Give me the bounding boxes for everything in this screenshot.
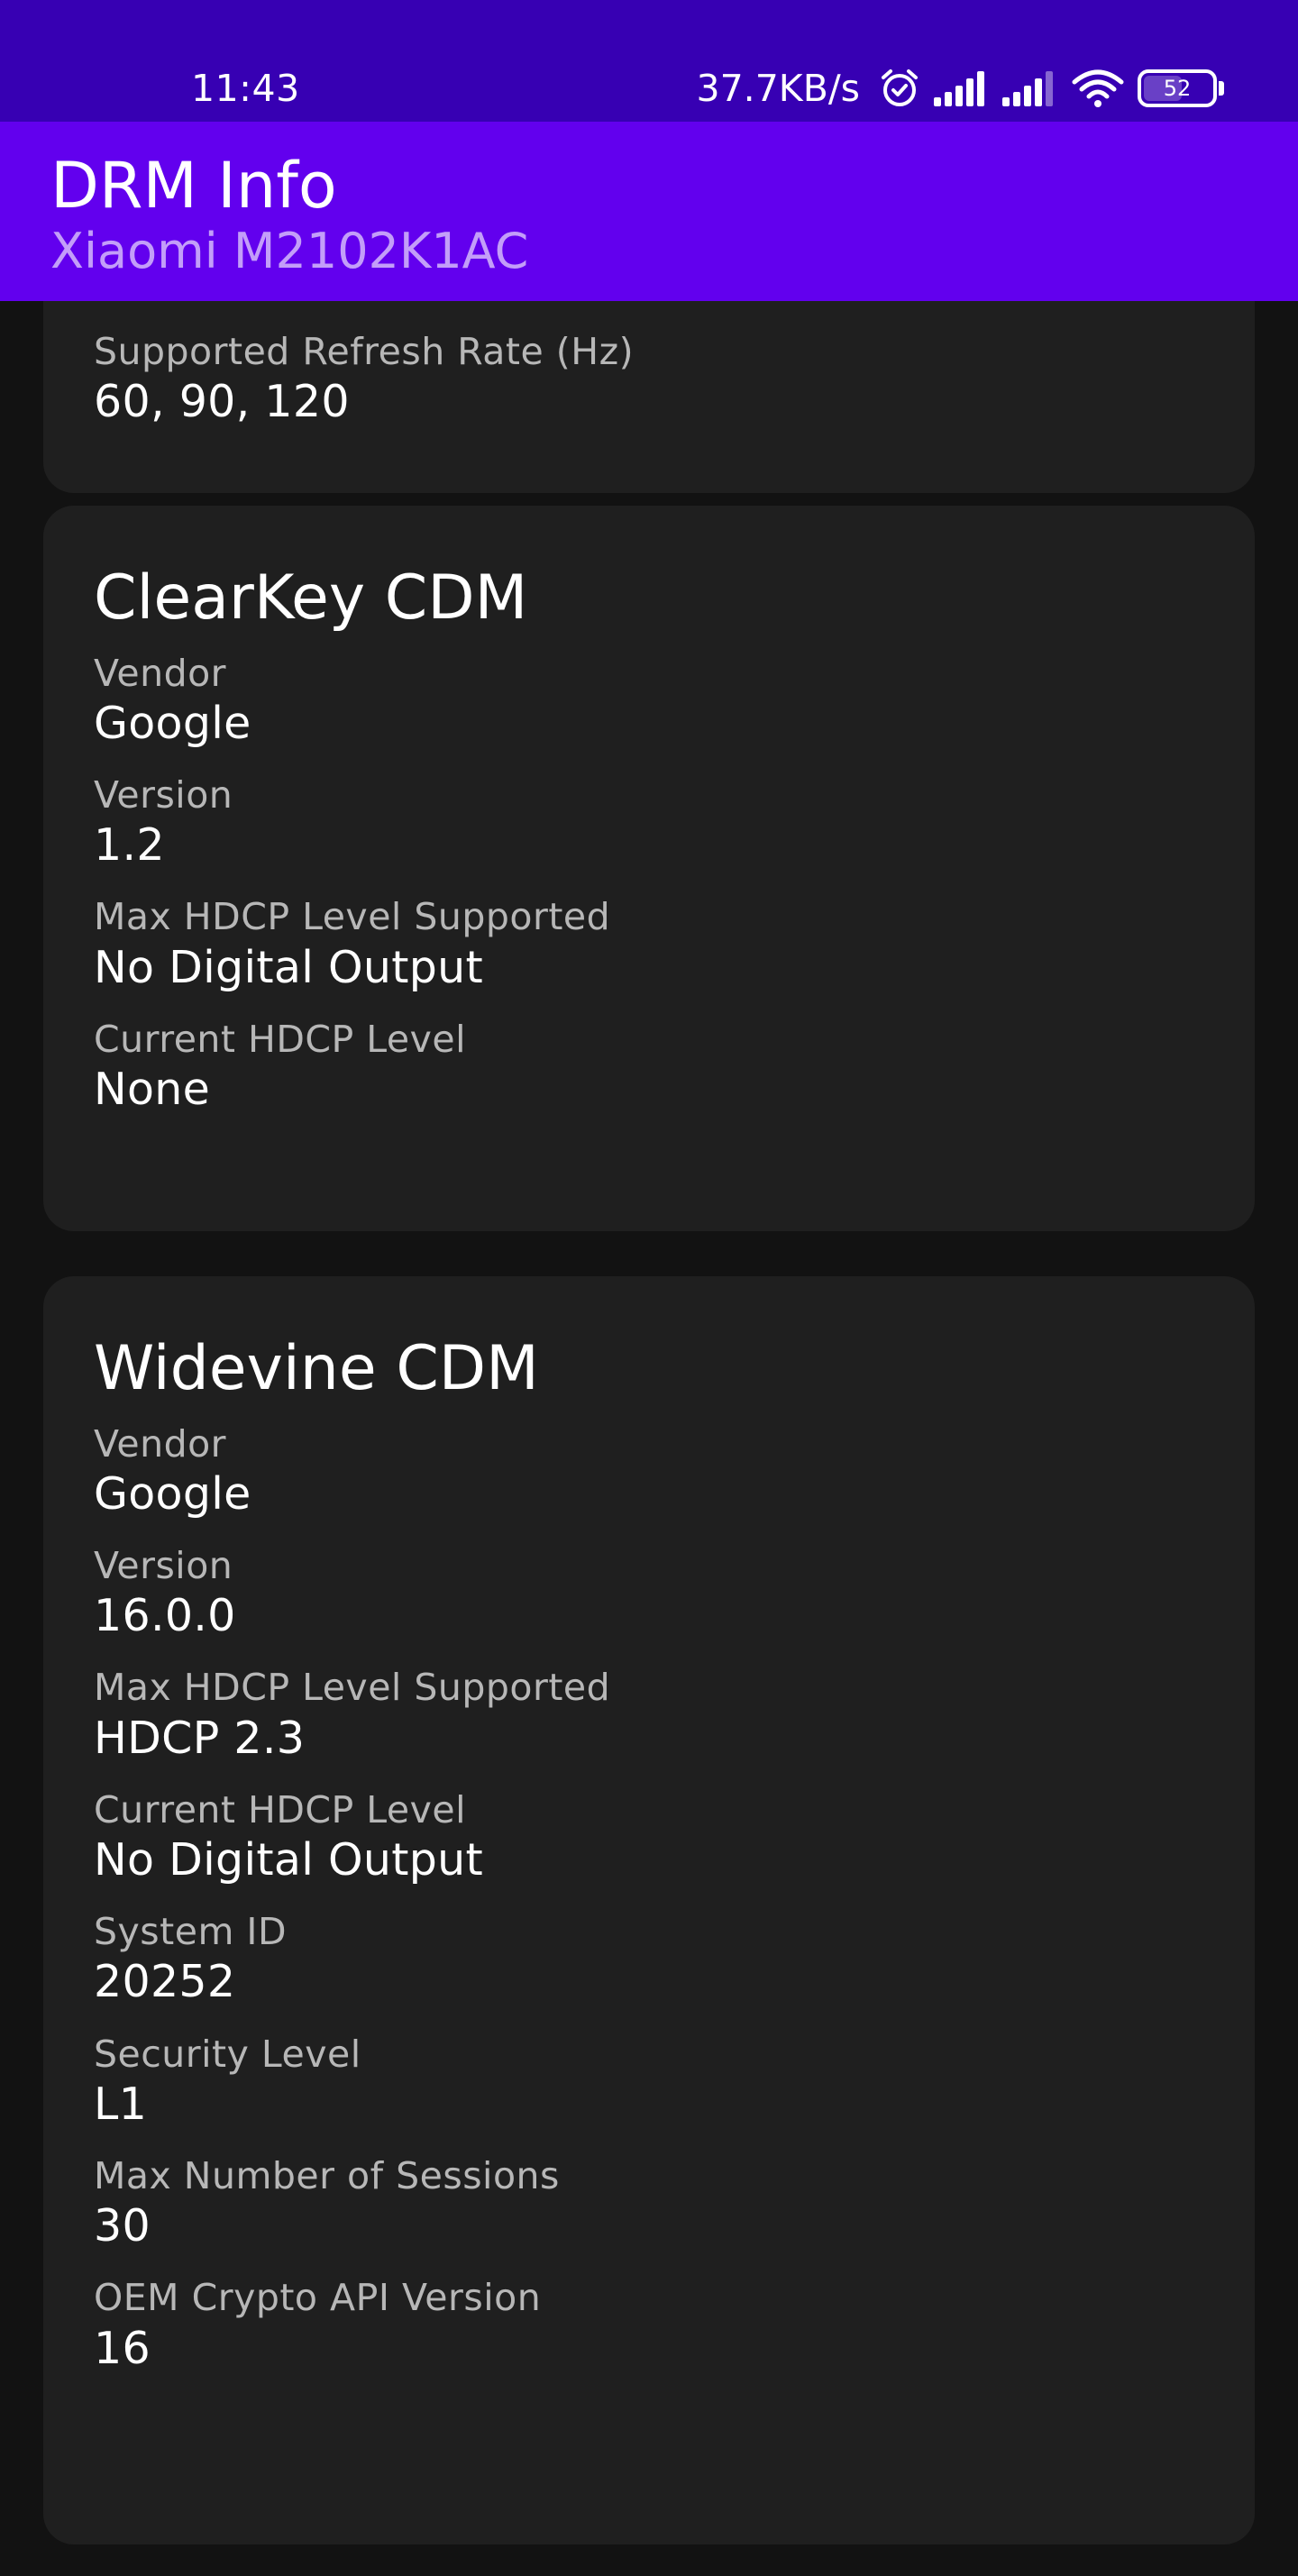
app-bar: DRM Info Xiaomi M2102K1AC — [0, 122, 1298, 301]
display-info-card: Supported Refresh Rate (Hz) 60, 90, 120 — [43, 301, 1255, 493]
field-label: Vendor — [94, 651, 227, 695]
info-field: Vendor Google — [94, 1422, 1204, 1522]
info-field: Current HDCP Level None — [94, 1018, 1204, 1118]
battery-level: 52 — [1163, 76, 1192, 101]
wifi-icon — [1071, 68, 1125, 109]
field-label: OEM Crypto API Version — [94, 2276, 542, 2320]
info-field: Max Number of Sessions 30 — [94, 2154, 1204, 2254]
field-value: 60, 90, 120 — [94, 376, 350, 428]
field-label: Max Number of Sessions — [94, 2154, 560, 2198]
info-field: OEM Crypto API Version 16 — [94, 2276, 1204, 2376]
info-field: Version 1.2 — [94, 773, 1204, 873]
field-label: Supported Refresh Rate (Hz) — [94, 330, 635, 373]
field-label: Current HDCP Level — [94, 1017, 467, 1061]
field-label: Vendor — [94, 1421, 227, 1466]
field-value: No Digital Output — [94, 1834, 484, 1886]
field-value: 1.2 — [94, 819, 165, 872]
field-value: Google — [94, 1467, 251, 1520]
info-field: Vendor Google — [94, 652, 1204, 752]
info-field: System ID 20252 — [94, 1910, 1204, 2010]
field-label: Security Level — [94, 2032, 361, 2076]
card-title: ClearKey CDM — [94, 562, 528, 634]
field-value: HDCP 2.3 — [94, 1712, 306, 1764]
field-label: Max HDCP Level Supported — [94, 895, 611, 939]
signal-icon — [1002, 70, 1058, 106]
field-value: No Digital Output — [94, 941, 484, 993]
clearkey-card: ClearKey CDM Vendor Google Version 1.2 M… — [43, 506, 1255, 1231]
alarm-icon — [878, 67, 921, 110]
field-value: 16 — [94, 2322, 151, 2374]
status-bar: 11:43 37.7KB/s 52 — [0, 0, 1298, 122]
signal-icon — [934, 70, 990, 106]
content-scroll[interactable]: Supported Refresh Rate (Hz) 60, 90, 120 … — [0, 301, 1298, 2576]
field-value: 30 — [94, 2200, 151, 2252]
battery-icon: 52 — [1138, 69, 1217, 107]
field-label: Version — [94, 773, 233, 817]
widevine-card: Widevine CDM Vendor Google Version 16.0.… — [43, 1276, 1255, 2544]
field-value: Google — [94, 697, 251, 749]
field-label: Current HDCP Level — [94, 1787, 467, 1832]
info-field: Max HDCP Level Supported HDCP 2.3 — [94, 1666, 1204, 1766]
info-field: Max HDCP Level Supported No Digital Outp… — [94, 895, 1204, 995]
field-label: Version — [94, 1544, 233, 1587]
field-label: Max HDCP Level Supported — [94, 1666, 611, 1710]
status-time: 11:43 — [191, 67, 300, 110]
info-field: Security Level L1 — [94, 2032, 1204, 2133]
app-subtitle: Xiaomi M2102K1AC — [50, 223, 529, 279]
app-title: DRM Info — [50, 149, 337, 223]
status-icons: 37.7KB/s 52 — [697, 63, 1224, 114]
info-field: Supported Refresh Rate (Hz) 60, 90, 120 — [94, 330, 634, 430]
field-label: System ID — [94, 1910, 288, 1954]
info-field: Current HDCP Level No Digital Output — [94, 1788, 1204, 1888]
info-field: Version 16.0.0 — [94, 1544, 1204, 1644]
network-speed: 37.7KB/s — [696, 67, 860, 110]
field-value: None — [94, 1064, 211, 1115]
field-value: 20252 — [94, 1956, 236, 2008]
field-value: L1 — [94, 2078, 148, 2130]
card-title: Widevine CDM — [94, 1333, 539, 1404]
field-value: 16.0.0 — [94, 1590, 236, 1642]
